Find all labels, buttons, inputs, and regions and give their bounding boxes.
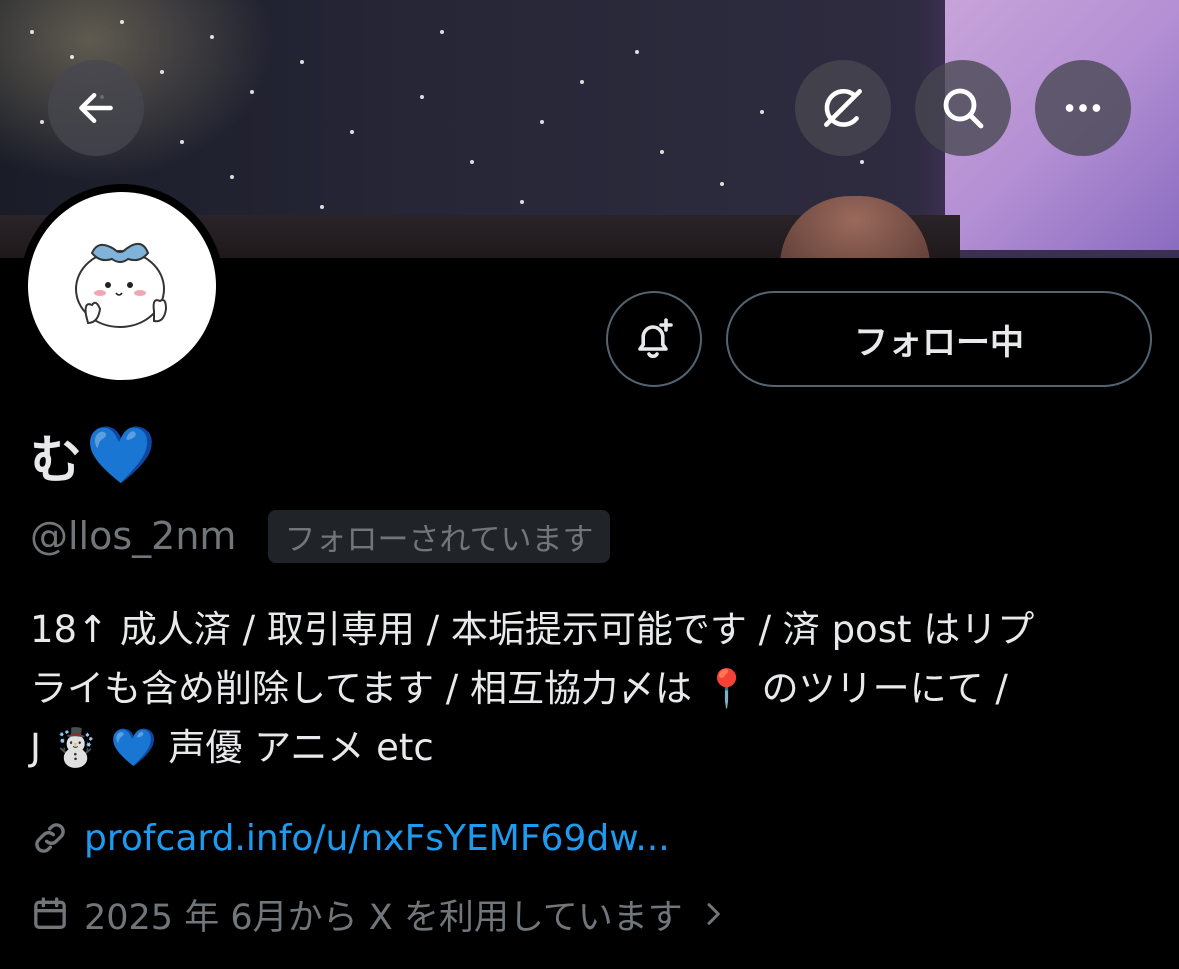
profile-link[interactable]: profcard.info/u/nxFsYEMF69dw... [30, 808, 670, 868]
link-text[interactable]: profcard.info/u/nxFsYEMF69dw... [84, 818, 670, 859]
avatar-image [28, 192, 216, 380]
display-name: む 💙 [30, 415, 156, 495]
more-button[interactable] [1035, 60, 1131, 156]
avatar[interactable] [20, 184, 224, 388]
search-icon [943, 88, 984, 129]
notifications-button[interactable] [606, 291, 702, 387]
handle-row: @llos_2nm フォローされています [30, 508, 610, 564]
joined-text: 2025 年 6月から X を利用しています [84, 897, 683, 938]
username-handle: @llos_2nm [30, 514, 237, 558]
link-icon [35, 823, 65, 853]
grok-icon [824, 88, 862, 127]
calendar-icon [34, 897, 66, 929]
banner-figure [780, 196, 930, 258]
grok-button[interactable] [795, 60, 891, 156]
avatar-character-icon [75, 242, 168, 328]
blue-heart-emoji: 💙 [86, 423, 156, 488]
more-horizontal-icon [1065, 104, 1101, 112]
bio-line-3: J ☃️ 💙 声優 アニメ etc [30, 726, 434, 769]
follows-you-badge: フォローされています [268, 509, 610, 563]
bell-plus-icon [638, 318, 673, 359]
arrow-left-icon [79, 92, 113, 124]
display-name-text: む [30, 430, 83, 491]
search-button[interactable] [915, 60, 1011, 156]
bio-line-2: ライも含め削除してます / 相互協力〆は 📍 のツリーにて / [30, 667, 1008, 710]
back-button[interactable] [48, 60, 144, 156]
following-button-label: フォロー中 [854, 322, 1024, 363]
joined-date[interactable]: 2025 年 6月から X を利用しています [30, 884, 729, 944]
bio-line-1: 18↑ 成人済 / 取引専用 / 本垢提示可能です / 済 post はリプ [30, 608, 1035, 651]
following-button[interactable]: フォロー中 [726, 291, 1152, 387]
profile-bio: 18↑ 成人済 / 取引専用 / 本垢提示可能です / 済 post はリプ ラ… [30, 600, 1150, 777]
chevron-right-icon [707, 903, 720, 925]
